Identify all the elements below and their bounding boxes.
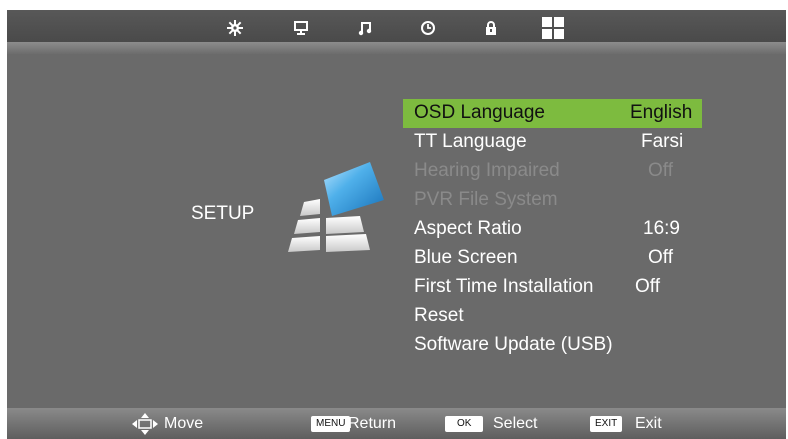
return-hint: Return [348, 415, 397, 432]
select-hint: Select [493, 415, 538, 432]
menu-item-label: First Time Installation [414, 276, 594, 297]
grid-icon[interactable] [542, 17, 564, 39]
menu-item-value: Off [648, 160, 673, 181]
tv-setup-screen: SETUP OSD Language English TT Language F [7, 10, 786, 439]
menu-item-label: Reset [414, 305, 464, 326]
top-tab-bar [7, 10, 786, 42]
menu-key[interactable]: MENU [311, 416, 351, 432]
menu-item-blue-screen[interactable]: Blue Screen Off [403, 244, 702, 273]
menu-item-software-update[interactable]: Software Update (USB) [403, 331, 702, 360]
menu-item-label: Blue Screen [414, 247, 518, 268]
top-bar-divider [7, 42, 786, 54]
monitor-icon[interactable] [293, 20, 309, 36]
exit-key[interactable]: EXIT [590, 416, 623, 432]
menu-item-value: Off [648, 247, 673, 268]
menu-item-value: Off [635, 276, 660, 297]
exit-hint: Exit [635, 415, 662, 432]
menu-item-osd-language[interactable]: OSD Language English [403, 99, 702, 128]
menu-item-label: PVR File System [414, 189, 558, 210]
section-title: SETUP [191, 203, 255, 224]
navigation-arrows-icon [132, 413, 158, 435]
menu-item-tt-language[interactable]: TT Language Farsi [403, 128, 702, 157]
menu-item-value: English [630, 102, 693, 123]
menu-item-label: OSD Language [414, 102, 545, 123]
menu-item-label: TT Language [414, 131, 527, 152]
bottom-hint-bar: Move MENU Return OK Select EXIT Exit [7, 408, 786, 439]
menu-item-label: Hearing Impaired [414, 160, 560, 181]
menu-item-label: Aspect Ratio [414, 218, 522, 239]
menu-item-value: Farsi [641, 131, 684, 152]
music-note-icon[interactable] [357, 20, 373, 36]
ok-key[interactable]: OK [445, 416, 484, 432]
picture-settings-icon[interactable] [227, 20, 243, 36]
menu-item-first-time-installation[interactable]: First Time Installation Off [403, 273, 702, 302]
menu-item-hearing-impaired: Hearing Impaired Off [403, 157, 702, 186]
menu-item-reset[interactable]: Reset [403, 302, 702, 331]
menu-item-aspect-ratio[interactable]: Aspect Ratio 16:9 [403, 215, 702, 244]
menu-item-value: 16:9 [643, 218, 680, 239]
lock-icon[interactable] [483, 20, 499, 36]
menu-item-pvr-file-system: PVR File System [403, 186, 702, 215]
setup-grid-graphic [282, 158, 392, 258]
move-hint: Move [164, 415, 204, 432]
clock-icon[interactable] [420, 20, 436, 36]
menu-item-label: Software Update (USB) [414, 334, 613, 355]
